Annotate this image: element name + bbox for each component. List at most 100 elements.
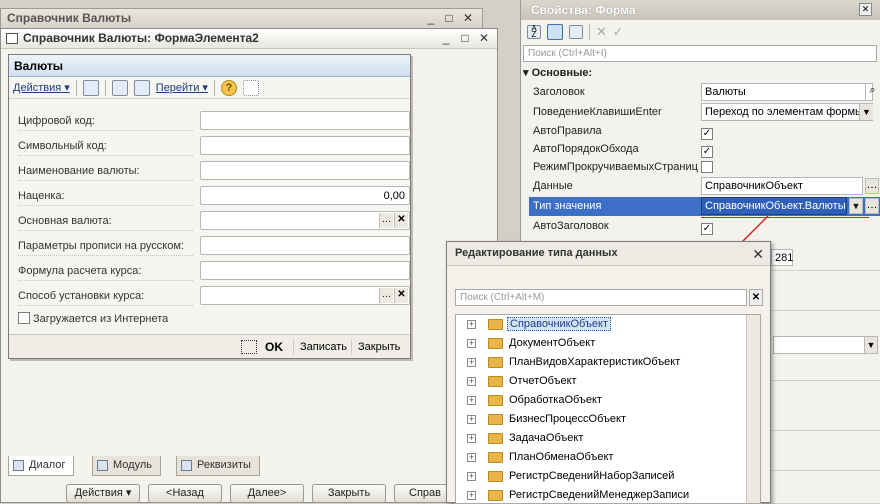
tree-item[interactable]: + БизнесПроцессОбъект (456, 410, 746, 429)
partial-dropdown-field[interactable] (773, 336, 878, 354)
prop-row-scroll-pages[interactable]: РежимПрокручиваемыхСтраниц (529, 158, 880, 177)
clear-icon[interactable]: ✕ (394, 288, 408, 303)
attributes-icon (181, 460, 192, 471)
close-icon[interactable]: ✕ (461, 11, 475, 25)
symbol-code-input[interactable] (200, 136, 410, 155)
tree-item[interactable]: + ОбработкаОбъект (456, 391, 746, 410)
prop-row-title[interactable]: Заголовок Валюты ⌕ (529, 83, 880, 102)
copy-icon[interactable] (133, 79, 150, 96)
bottom-close-button[interactable]: Закрыть (312, 484, 386, 503)
sort-alpha-icon[interactable]: AZ (527, 25, 541, 39)
expand-icon[interactable]: + (467, 453, 476, 462)
field-row-currency-name: Наименование валюты: (18, 161, 410, 181)
tree-item[interactable]: + ПланОбменаОбъект (456, 448, 746, 467)
prop-row-enter-behavior[interactable]: ПоведениеКлавишиEnter Переход по элемент… (529, 103, 880, 122)
dialog-icon (13, 460, 24, 471)
save-button[interactable]: Записать (293, 339, 351, 355)
digital-code-input[interactable] (200, 111, 410, 130)
help-icon[interactable]: ? (220, 79, 237, 96)
expand-icon[interactable]: + (467, 320, 476, 329)
prop-value-enter-behavior[interactable]: Переход по элементам формы (701, 103, 873, 121)
expand-icon[interactable]: + (467, 358, 476, 367)
search-icon[interactable]: ⌕ (865, 84, 879, 100)
tree-item[interactable]: + ДокументОбъект (456, 334, 746, 353)
back-button[interactable]: <Назад (148, 484, 222, 503)
maximize-icon[interactable]: □ (458, 31, 472, 45)
tab-attributes[interactable]: Реквизиты (176, 456, 260, 476)
maximize-icon[interactable]: □ (442, 11, 456, 25)
dropdown-arrow-icon[interactable]: ▼ (849, 198, 863, 214)
expand-icon[interactable]: + (467, 472, 476, 481)
toolbar-separator (104, 79, 106, 96)
filter-icon[interactable] (569, 25, 583, 39)
dropdown-arrow-icon[interactable]: ▼ (859, 104, 873, 120)
checkbox-checked[interactable]: ✓ (701, 128, 713, 140)
tree-item[interactable]: + ЗадачаОбъект (456, 429, 746, 448)
next-button[interactable]: Далее> (230, 484, 304, 503)
expand-icon[interactable]: + (467, 396, 476, 405)
tree-item[interactable]: + ПланВидовХарактеристикОбъект (456, 353, 746, 372)
select-button[interactable]: … (379, 288, 393, 303)
actions-button[interactable]: Действия ▾ (66, 484, 140, 503)
ok-button[interactable]: OK (261, 339, 287, 355)
prop-row-data[interactable]: Данные СправочникОбъект … (529, 177, 880, 196)
field-label: Способ установки курса: (18, 286, 193, 306)
tab-module[interactable]: Модуль (92, 456, 161, 476)
expand-icon[interactable]: + (467, 339, 476, 348)
form-window-title: Справочник Валюты: ФормаЭлемента2 (1, 29, 497, 49)
reread-icon[interactable] (111, 79, 128, 96)
rate-method-input[interactable]: … ✕ (200, 286, 410, 305)
properties-toolbar: AZ ✕ ✓ (523, 21, 878, 43)
checkbox-box[interactable] (18, 312, 30, 324)
prop-row-auto-rules[interactable]: АвтоПравила ✓ (529, 122, 880, 141)
markup-input[interactable]: 0,00 (200, 186, 410, 205)
prop-value-title[interactable]: Валюты (701, 83, 873, 101)
clear-search-icon[interactable]: ✕ (749, 289, 763, 306)
rate-formula-input[interactable] (200, 261, 410, 280)
prop-value-data[interactable]: СправочникОбъект (701, 177, 863, 195)
tree-item[interactable]: + РегистрСведенийМенеджерЗаписи (456, 486, 746, 503)
reference-button[interactable]: Справ (394, 484, 454, 503)
tab-dialog[interactable]: Диалог (8, 456, 75, 476)
select-button[interactable]: … (379, 213, 393, 228)
vertical-scrollbar[interactable] (746, 315, 760, 503)
goto-menu[interactable]: Перейти ▾ (156, 81, 208, 94)
field-label: Наценка: (18, 186, 193, 206)
tree-item[interactable]: + ОтчетОбъект (456, 372, 746, 391)
tree-item[interactable]: + РегистрСведенийНаборЗаписей (456, 467, 746, 486)
actions-menu[interactable]: Действия ▾ (13, 81, 70, 94)
clear-icon[interactable]: ✕ (394, 213, 408, 228)
minimize-icon[interactable]: _ (424, 11, 438, 25)
internet-load-checkbox[interactable]: Загружается из Интернета (18, 312, 168, 325)
properties-group-header[interactable]: ▾ Основные: (523, 66, 592, 79)
select-button[interactable]: … (865, 178, 879, 194)
close-button[interactable]: Закрыть (351, 339, 404, 355)
checkbox-unchecked[interactable] (701, 161, 713, 173)
type-search-input[interactable]: Поиск (Ctrl+Alt+M) (455, 289, 747, 306)
prop-row-auto-tab-order[interactable]: АвтоПорядокОбхода ✓ (529, 140, 880, 159)
folder-icon (488, 376, 503, 387)
categories-icon[interactable] (547, 24, 563, 40)
panel-close-icon[interactable]: ✕ (859, 3, 872, 16)
dotted-frame-icon[interactable] (242, 79, 259, 96)
select-button[interactable]: … (865, 198, 879, 214)
tree-item[interactable]: + СправочникОбъект (456, 315, 746, 334)
close-icon[interactable]: ✕ (477, 31, 491, 45)
folder-icon (488, 490, 503, 501)
properties-search-input[interactable]: Поиск (Ctrl+Alt+I) (523, 45, 877, 62)
save-icon[interactable] (82, 79, 99, 96)
checkbox-checked[interactable]: ✓ (701, 146, 713, 158)
dropdown-arrow-icon[interactable]: ▼ (864, 337, 877, 353)
toolbar-separator (213, 79, 215, 96)
spelling-params-input[interactable] (200, 236, 410, 255)
cancel-icon[interactable]: ✕ (596, 24, 607, 40)
expand-icon[interactable]: + (467, 377, 476, 386)
apply-icon[interactable]: ✓ (613, 25, 623, 39)
currency-name-input[interactable] (200, 161, 410, 180)
base-currency-input[interactable]: … ✕ (200, 211, 410, 230)
expand-icon[interactable]: + (467, 434, 476, 443)
expand-icon[interactable]: + (467, 415, 476, 424)
minimize-icon[interactable]: _ (439, 31, 453, 45)
dialog-close-icon[interactable]: ✕ (752, 246, 764, 263)
expand-icon[interactable]: + (467, 491, 476, 500)
